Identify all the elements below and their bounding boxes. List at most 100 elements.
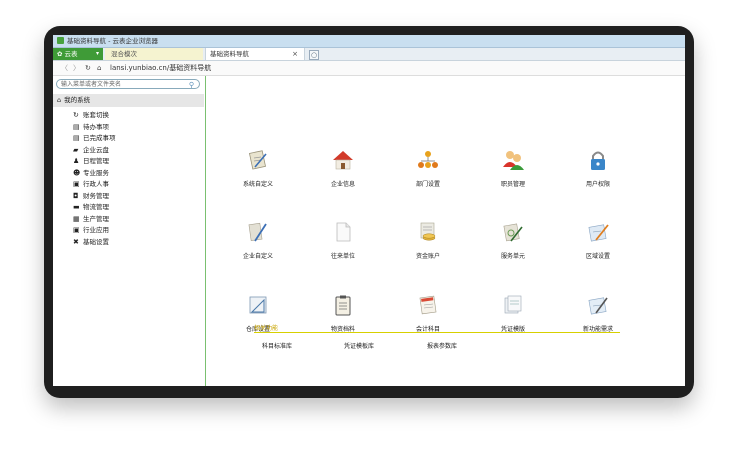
main-content: 系统自定义 企业信息 部门设置 职员管理 用户权限 企业自定义 往来单位 资金账… bbox=[206, 76, 685, 386]
module-label: 企业信息 bbox=[330, 181, 355, 188]
folder-icon: ▰ bbox=[73, 145, 79, 154]
box-icon: ▬ bbox=[73, 203, 80, 211]
back-icon[interactable]: 〈 bbox=[61, 61, 68, 75]
address-bar: 〈 〉 ↻ ⌂ lansi.yunbiao.cn/基础资料导航 bbox=[53, 61, 685, 76]
tab-home-label: 云表 bbox=[64, 50, 78, 58]
divider bbox=[254, 332, 620, 333]
related-link[interactable]: 报表参数库 bbox=[427, 341, 457, 350]
window-title: 基础资料导航 - 云表企业浏览器 bbox=[67, 37, 158, 45]
sidebar-item[interactable]: ▬ 物流管理 bbox=[73, 202, 116, 214]
users-icon bbox=[503, 151, 524, 170]
sidebar-item-label: 财务管理 bbox=[83, 191, 109, 200]
module-service-unit[interactable]: 服务单元 bbox=[483, 221, 543, 260]
module-accounting-subjects[interactable]: 会计科目 bbox=[398, 294, 458, 333]
sidebar-item-label: 日程管理 bbox=[83, 157, 109, 165]
sidebar-item[interactable]: ▦ 生产管理 bbox=[73, 214, 116, 226]
section-title: 我的系统 bbox=[64, 96, 91, 104]
module-system-custom[interactable]: 系统自定义 bbox=[228, 149, 288, 188]
sidebar-item[interactable]: ✖ 基础设置 bbox=[73, 237, 116, 249]
module-user-permissions[interactable]: 用户权限 bbox=[568, 149, 628, 188]
section-my-system[interactable]: ⌂ 我的系统 bbox=[53, 94, 204, 107]
sidebar-item[interactable]: ◘ 财务管理 bbox=[73, 191, 116, 203]
pencil-icon bbox=[248, 222, 267, 242]
sidebar-item[interactable]: ▤ 已完成事项 bbox=[73, 133, 116, 145]
lock-icon bbox=[591, 151, 605, 170]
tab-recent[interactable]: 混合模次 bbox=[105, 48, 203, 60]
page-icon bbox=[336, 222, 351, 242]
home-icon[interactable]: ⌂ bbox=[97, 61, 101, 75]
sidebar-item-label: 已完成事项 bbox=[83, 134, 116, 142]
refresh-icon[interactable]: ↻ bbox=[85, 61, 91, 75]
related-link[interactable]: 凭证模板库 bbox=[344, 341, 374, 350]
sidebar-item[interactable]: ☻ 专业服务 bbox=[73, 168, 116, 180]
sidebar-item[interactable]: ▰ 企业云盘 bbox=[73, 145, 116, 157]
sidebar-item-label: 账套切换 bbox=[83, 111, 109, 119]
forward-icon[interactable]: 〉 bbox=[73, 61, 80, 75]
calendar-icon: ♟ bbox=[73, 157, 80, 165]
doc-gear-icon bbox=[503, 223, 523, 242]
sidebar-item[interactable]: ↻ 账套切换 bbox=[73, 110, 116, 122]
sidebar-item[interactable]: ▣ 行业应用 bbox=[73, 225, 116, 237]
doc-pen-icon bbox=[248, 150, 267, 170]
sidebar-item[interactable]: ▣ 行政人事 bbox=[73, 179, 116, 191]
module-label: 部门设置 bbox=[415, 181, 440, 188]
tab-active-label: 基础资料导航 bbox=[210, 50, 249, 58]
module-region-settings[interactable]: 区域设置 bbox=[568, 221, 628, 260]
sidebar-item-label: 物流管理 bbox=[83, 203, 109, 211]
module-materials[interactable]: 物资档料 bbox=[313, 294, 373, 333]
app-logo-icon bbox=[57, 37, 64, 44]
home-icon: ⌂ bbox=[57, 96, 62, 104]
doc-edit-icon bbox=[588, 224, 609, 242]
chevron-down-icon[interactable]: ▾ bbox=[96, 48, 99, 60]
doc-write-icon bbox=[588, 297, 608, 315]
module-staff[interactable]: 职员管理 bbox=[483, 149, 543, 188]
ledger-icon bbox=[419, 295, 437, 315]
module-company-info[interactable]: 企业信息 bbox=[313, 149, 373, 188]
org-icon bbox=[418, 151, 438, 168]
factory-icon: ▦ bbox=[73, 214, 80, 223]
module-fund-accounts[interactable]: 资金账户 bbox=[398, 221, 458, 260]
tools-icon: ✖ bbox=[73, 237, 79, 246]
sidebar-item-label: 行政人事 bbox=[83, 180, 109, 188]
module-partners[interactable]: 往来单位 bbox=[313, 221, 373, 260]
list-icon: ▤ bbox=[73, 122, 80, 131]
money-icon: ◘ bbox=[73, 191, 79, 200]
sidebar-item-label: 待办事项 bbox=[83, 122, 109, 131]
module-voucher-template[interactable]: 凭证模版 bbox=[483, 294, 543, 333]
app-icon: ▣ bbox=[73, 226, 80, 234]
tab-home[interactable]: ✿ 云表 ▾ bbox=[53, 48, 103, 60]
module-label: 资金账户 bbox=[415, 253, 440, 260]
search-input[interactable]: 输入菜单或者文件夹名 ⚲ bbox=[56, 79, 200, 89]
coins-icon bbox=[420, 222, 436, 241]
house-icon bbox=[333, 151, 353, 170]
sidebar-item-label: 基础设置 bbox=[83, 237, 109, 246]
module-label: 系统自定义 bbox=[242, 181, 273, 188]
module-label: 服务单元 bbox=[500, 253, 525, 260]
new-tab-button[interactable]: ○ bbox=[309, 50, 319, 60]
refresh-icon: ↻ bbox=[73, 111, 79, 119]
voucher-icon bbox=[504, 295, 522, 314]
sidebar-item-label: 行业应用 bbox=[83, 226, 109, 234]
module-label: 用户权限 bbox=[585, 181, 610, 188]
close-icon[interactable]: × bbox=[292, 48, 298, 60]
device-frame: 基础资料导航 - 云表企业浏览器 ✿ 云表 ▾ 混合模次 基础资料导航 × ○ 〈… bbox=[44, 26, 694, 398]
related-link[interactable]: 科目标准库 bbox=[262, 341, 292, 350]
cloud-icon: ✿ bbox=[57, 50, 63, 58]
sidebar: 输入菜单或者文件夹名 ⚲ ⌂ 我的系统 ↻ 账套切换 ▤ 待办事项 ▤ 已完成事项 ▰ 企… bbox=[53, 76, 206, 386]
tab-active[interactable]: 基础资料导航 × bbox=[205, 48, 305, 60]
browser-window: 基础资料导航 - 云表企业浏览器 ✿ 云表 ▾ 混合模次 基础资料导航 × ○ 〈… bbox=[53, 35, 685, 386]
clipboard-icon bbox=[335, 295, 351, 316]
module-enterprise-custom[interactable]: 企业自定义 bbox=[228, 221, 288, 260]
list-icon: ▤ bbox=[73, 134, 80, 142]
sidebar-item[interactable]: ▤ 待办事项 bbox=[73, 122, 116, 134]
sidebar-item-label: 专业服务 bbox=[83, 168, 109, 177]
sidebar-item[interactable]: ♟ 日程管理 bbox=[73, 156, 116, 168]
search-placeholder: 输入菜单或者文件夹名 bbox=[61, 81, 122, 88]
module-feature-request[interactable]: 新功能需求 bbox=[568, 294, 628, 333]
module-label: 职员管理 bbox=[500, 181, 525, 188]
module-department[interactable]: 部门设置 bbox=[398, 149, 458, 188]
address-url[interactable]: lansi.yunbiao.cn/基础资料导航 bbox=[110, 61, 211, 75]
search-icon[interactable]: ⚲ bbox=[189, 80, 194, 90]
sidebar-menu: ↻ 账套切换 ▤ 待办事项 ▤ 已完成事项 ▰ 企业云盘 ♟ 日程管理 ☻ 专业服务 ▣ 行政… bbox=[73, 110, 116, 248]
person-icon: ☻ bbox=[73, 168, 81, 177]
